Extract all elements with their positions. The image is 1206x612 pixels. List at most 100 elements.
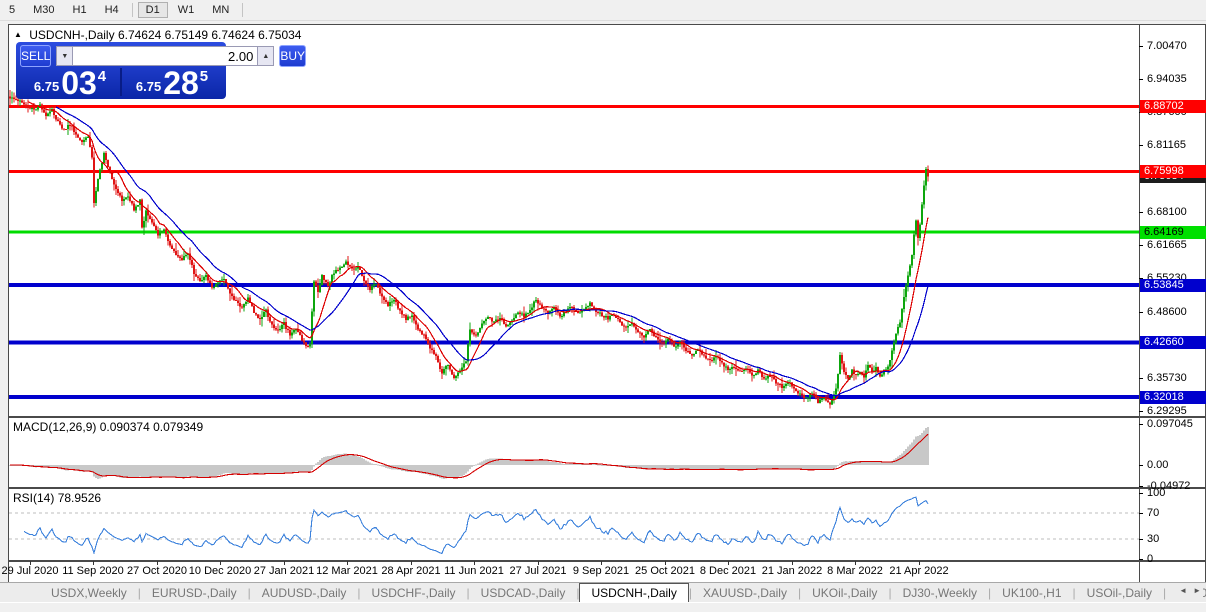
chart-tab-usdcnh-daily[interactable]: USDCNH-,Daily	[579, 583, 688, 603]
price-tick	[1139, 378, 1143, 379]
price-tick-label: 6.35730	[1147, 373, 1187, 384]
mt4-terminal: 5M30H1H4D1W1MN ▲ USDCNH-,Daily 6.74624 6…	[0, 0, 1206, 612]
date-label: 27 Oct 2020	[127, 565, 187, 577]
macd-values: 0.090374 0.079349	[100, 420, 203, 434]
toolbar-separator	[132, 3, 133, 17]
date-label: 28 Apr 2021	[381, 565, 440, 577]
collapse-quote-panel-icon[interactable]: ▲	[14, 30, 22, 39]
rsi-tick	[1139, 513, 1143, 514]
timeframe-button-d1[interactable]: D1	[138, 2, 168, 18]
rsi-label: RSI(14)	[13, 491, 54, 505]
chart-title: ▲ USDCNH-,Daily 6.74624 6.75149 6.74624 …	[14, 28, 301, 42]
volume-input[interactable]	[73, 46, 257, 66]
chart-tab-eurusd-daily[interactable]: EURUSD-,Daily	[141, 586, 248, 600]
ohlc-values: 6.74624 6.75149 6.74624 6.75034	[118, 28, 302, 42]
price-level-badge: 6.53845	[1140, 279, 1206, 292]
toolbar-separator	[242, 3, 243, 17]
tab-scroll-right-icon[interactable]: ►	[1193, 586, 1201, 595]
price-level-badge: 6.64169	[1140, 226, 1206, 239]
timeframe-button-5[interactable]: 5	[1, 2, 23, 18]
chart-tab-bar: USDX,Weekly|EURUSD-,Daily|AUDUSD-,Daily|…	[0, 582, 1206, 602]
price-tick-label: 6.29295	[1147, 406, 1187, 417]
price-tick	[1139, 245, 1143, 246]
price-tick	[1139, 145, 1143, 146]
chart-tab-usdcad-daily[interactable]: USDCAD-,Daily	[470, 586, 577, 600]
timeframe-toolbar: 5M30H1H4 D1W1MN	[0, 0, 1206, 21]
price-tick-label: 6.68100	[1147, 207, 1187, 218]
panel-separator[interactable]	[8, 487, 1205, 489]
bid-pip-digit: 4	[98, 68, 106, 85]
price-tick	[1139, 411, 1143, 412]
date-label: 8 Dec 2021	[700, 565, 756, 577]
date-label: 27 Jul 2021	[510, 565, 567, 577]
date-label: 10 Dec 2020	[189, 565, 251, 577]
rsi-tick-label: 100	[1147, 488, 1165, 499]
date-label: 25 Oct 2021	[635, 565, 695, 577]
volume-decrease-icon[interactable]: ▼	[56, 46, 73, 66]
date-label: 12 Mar 2021	[316, 565, 378, 577]
chart-tab-dj30-weekly[interactable]: DJ30-,Weekly	[892, 586, 988, 600]
price-tick	[1139, 79, 1143, 80]
chart-tab-ukoil-daily[interactable]: UKOil-,Daily	[801, 586, 888, 600]
price-tick	[1139, 46, 1143, 47]
rsi-tick	[1139, 539, 1143, 540]
bid-big-digits: 03	[61, 70, 97, 96]
buy-button[interactable]: BUY	[279, 45, 306, 67]
date-label: 21 Jan 2022	[762, 565, 823, 577]
timeframe-button-w1[interactable]: W1	[170, 2, 203, 18]
price-tick-label: 6.48600	[1147, 307, 1187, 318]
macd-tick	[1139, 486, 1143, 487]
chart-tab-xauusd-daily[interactable]: XAUUSD-,Daily	[692, 586, 798, 600]
volume-increase-icon[interactable]: ▲	[257, 46, 274, 66]
date-label: 11 Sep 2020	[62, 565, 124, 577]
macd-tick	[1139, 424, 1143, 425]
price-level-badge: 6.88702	[1140, 100, 1206, 113]
chart-tab-uk100-h1[interactable]: UK100-,H1	[991, 586, 1072, 600]
ask-pip-digit: 5	[200, 68, 208, 85]
macd-tick-label: 0.00	[1147, 460, 1168, 471]
chart-tab-audusd-daily[interactable]: AUDUSD-,Daily	[251, 586, 358, 600]
date-label: 27 Jan 2021	[254, 565, 315, 577]
one-click-trading-panel: SELL ▼ ▲ BUY 6.75 03 4 6.75 28 5	[16, 42, 226, 99]
rsi-value: 78.9526	[58, 491, 101, 505]
timeframe-button-m30[interactable]: M30	[25, 2, 62, 18]
price-tick	[1139, 212, 1143, 213]
chart-tab-usdchf-daily[interactable]: USDCHF-,Daily	[361, 586, 467, 600]
price-level-badge: 6.32018	[1140, 391, 1206, 404]
tab-scroll-left-icon[interactable]: ◄	[1179, 586, 1187, 595]
panel-separator[interactable]	[8, 560, 1205, 562]
ask-price[interactable]: 6.75 28 5	[122, 68, 222, 96]
macd-label: MACD(12,26,9)	[13, 420, 96, 434]
symbol-name: USDCNH-,Daily	[29, 28, 114, 42]
chart-tab-usdx-weekly[interactable]: USDX,Weekly	[40, 586, 138, 600]
macd-title: MACD(12,26,9) 0.090374 0.079349	[13, 420, 203, 434]
timeframe-button-mn[interactable]: MN	[204, 2, 237, 18]
bid-price[interactable]: 6.75 03 4	[20, 68, 122, 96]
rsi-tick-label: 30	[1147, 534, 1159, 545]
chart-tab-usoil-daily[interactable]: USOil-,Daily	[1076, 586, 1163, 600]
date-label: 8 Mar 2022	[827, 565, 883, 577]
volume-control: ▼ ▲	[56, 46, 274, 66]
ask-big-digits: 28	[163, 70, 199, 96]
rsi-tick-label: 70	[1147, 508, 1159, 519]
date-label: 21 Apr 2022	[889, 565, 948, 577]
price-tick-label: 6.61665	[1147, 240, 1187, 251]
macd-tick	[1139, 465, 1143, 466]
rsi-tick-label: 0	[1147, 554, 1153, 565]
bid-small-digits: 6.75	[34, 79, 59, 94]
rsi-panel-chart[interactable]	[9, 489, 1139, 560]
status-strip	[0, 602, 1206, 612]
ask-small-digits: 6.75	[136, 79, 161, 94]
timeframe-button-h1[interactable]: H1	[65, 2, 95, 18]
date-label: 29 Jul 2020	[2, 565, 59, 577]
tab-scroll-arrows: ◄ ►	[1177, 583, 1203, 598]
rsi-tick	[1139, 559, 1143, 560]
panel-separator[interactable]	[8, 416, 1205, 418]
price-tick	[1139, 312, 1143, 313]
timeframe-button-h4[interactable]: H4	[97, 2, 127, 18]
price-level-badge: 6.42660	[1140, 336, 1206, 349]
rsi-title: RSI(14) 78.9526	[13, 491, 101, 505]
sell-button[interactable]: SELL	[20, 45, 51, 67]
price-tick-label: 6.81165	[1147, 140, 1186, 151]
date-label: 9 Sep 2021	[573, 565, 629, 577]
